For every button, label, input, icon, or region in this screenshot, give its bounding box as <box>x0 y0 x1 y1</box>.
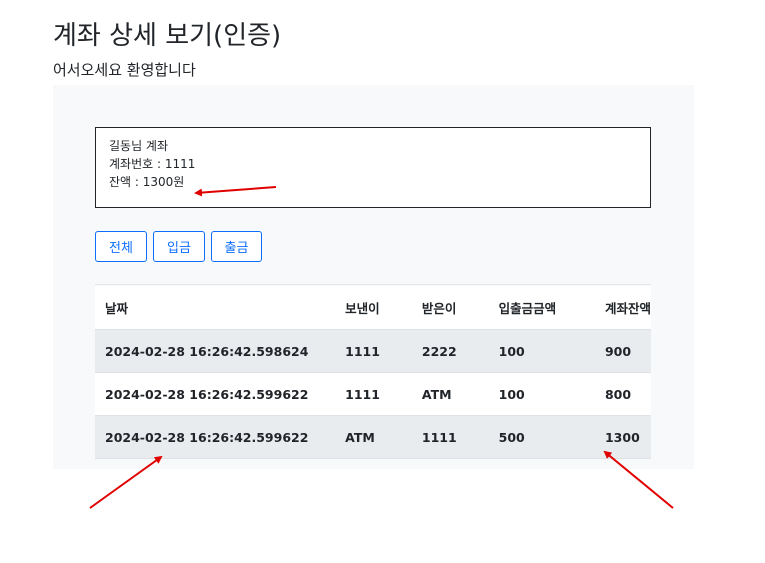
table-row: 2024-02-28 16:26:42.598624 1111 2222 100… <box>95 329 651 373</box>
cell-sender: 1111 <box>335 329 412 373</box>
header-balance: 계좌잔액 <box>594 286 651 330</box>
cell-date: 2024-02-28 16:26:42.599622 <box>95 372 336 416</box>
filter-withdraw-button[interactable]: 출금 <box>211 231 262 262</box>
table-header-row: 날짜 보낸이 받은이 입출금금액 계좌잔액 <box>95 286 651 330</box>
cell-amount: 100 <box>488 372 595 416</box>
cell-receiver: 1111 <box>411 415 489 459</box>
filter-deposit-button[interactable]: 입금 <box>153 231 205 262</box>
header-sender: 보낸이 <box>335 286 412 330</box>
cell-balance: 900 <box>594 329 651 373</box>
filter-button-group: 전체 입금 출금 <box>95 231 262 262</box>
account-number: 계좌번호 : 1111 <box>109 157 196 171</box>
filter-all-button[interactable]: 전체 <box>95 231 147 262</box>
table-row: 2024-02-28 16:26:42.599622 1111 ATM 100 … <box>95 372 651 416</box>
header-receiver: 받은이 <box>411 286 489 330</box>
account-summary-box: 길동님 계좌 계좌번호 : 1111 잔액 : 1300원 <box>95 127 651 208</box>
header-date: 날짜 <box>95 286 336 330</box>
cell-receiver: ATM <box>411 372 489 416</box>
table-row: 2024-02-28 16:26:42.599622 ATM 1111 500 … <box>95 415 651 459</box>
welcome-text: 어서오세요 환영합니다 <box>53 61 196 79</box>
header-amount: 입출금금액 <box>488 286 595 330</box>
divider <box>95 284 651 285</box>
transaction-table: 날짜 보낸이 받은이 입출금금액 계좌잔액 2024-02-28 16:26:4… <box>95 286 651 459</box>
page-title: 계좌 상세 보기(인증) <box>53 21 282 51</box>
cell-receiver: 2222 <box>411 329 489 373</box>
cell-balance: 1300 <box>594 415 651 459</box>
cell-balance: 800 <box>594 372 651 416</box>
account-balance: 잔액 : 1300원 <box>109 175 185 189</box>
cell-date: 2024-02-28 16:26:42.599622 <box>95 415 336 459</box>
cell-sender: ATM <box>335 415 412 459</box>
cell-amount: 500 <box>488 415 595 459</box>
account-owner: 길동님 계좌 <box>109 139 169 153</box>
cell-sender: 1111 <box>335 372 412 416</box>
cell-date: 2024-02-28 16:26:42.598624 <box>95 329 336 373</box>
cell-amount: 100 <box>488 329 595 373</box>
